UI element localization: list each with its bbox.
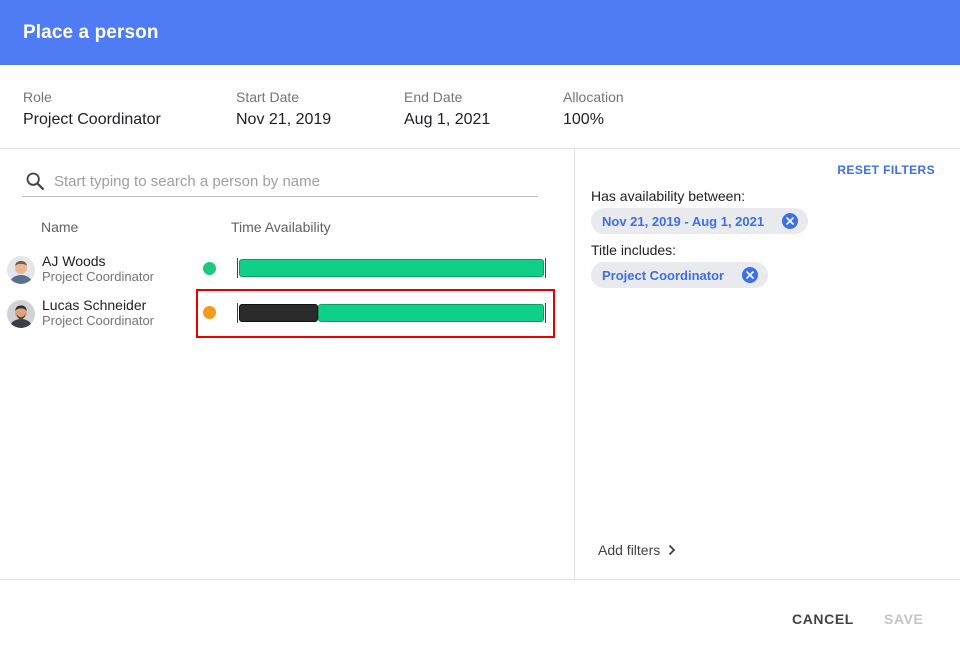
person-row-aj-woods[interactable]: AJ Woods Project Coordinator	[0, 249, 575, 293]
summary-start-date: Start Date Nov 21, 2019	[236, 89, 331, 129]
avatar	[7, 300, 35, 328]
summary-role-value: Project Coordinator	[23, 111, 161, 128]
chevron-right-icon	[669, 544, 676, 556]
availability-filter-label: Has availability between:	[591, 188, 746, 204]
person-title: Project Coordinator	[42, 269, 154, 284]
availability-filter-value: Nov 21, 2019 - Aug 1, 2021	[602, 213, 765, 229]
close-icon[interactable]	[742, 267, 759, 283]
save-button[interactable]: SAVE	[884, 611, 924, 627]
column-header-availability: Time Availability	[231, 219, 331, 235]
available-segment	[239, 259, 544, 277]
availability-status-dot	[203, 262, 216, 275]
reset-filters-button[interactable]: RESET FILTERS	[837, 163, 935, 177]
person-title: Project Coordinator	[42, 313, 154, 328]
person-name: AJ Woods	[42, 253, 106, 269]
cancel-button[interactable]: CANCEL	[792, 611, 854, 627]
timeline-start-tick	[237, 258, 238, 278]
title-filter-value: Project Coordinator	[602, 267, 725, 283]
add-filters-button[interactable]: Add filters	[598, 542, 676, 558]
filters-panel: RESET FILTERS Has availability between: …	[575, 149, 960, 579]
people-panel: Name Time Availability AJ Woods Project …	[0, 149, 575, 579]
dialog-footer: CANCEL SAVE	[0, 579, 960, 654]
summary-role-label: Role	[23, 89, 52, 105]
availability-filter-chip: Nov 21, 2019 - Aug 1, 2021	[591, 208, 809, 234]
role-summary: Role Project Coordinator Start Date Nov …	[0, 65, 960, 149]
summary-end-date-label: End Date	[404, 89, 463, 105]
summary-end-date: End Date Aug 1, 2021	[404, 89, 490, 129]
dialog-header: Place a person	[0, 0, 960, 65]
summary-allocation-value: 100%	[563, 111, 604, 128]
timeline-end-tick	[545, 258, 546, 278]
summary-end-date-value: Aug 1, 2021	[404, 111, 491, 128]
add-filters-label: Add filters	[598, 542, 661, 558]
summary-role: Role Project Coordinator	[23, 89, 161, 129]
close-icon[interactable]	[782, 213, 799, 229]
summary-allocation: Allocation 100%	[563, 89, 624, 129]
search-input[interactable]	[54, 167, 534, 195]
dialog-title: Place a person	[23, 22, 159, 43]
search-bar	[22, 165, 538, 197]
summary-start-date-label: Start Date	[236, 89, 300, 105]
availability-timeline	[239, 259, 544, 277]
avatar	[7, 256, 35, 284]
column-header-name: Name	[41, 219, 79, 235]
title-filter-label: Title includes:	[591, 242, 677, 258]
search-icon	[26, 172, 44, 190]
summary-start-date-value: Nov 21, 2019	[236, 111, 332, 128]
title-filter-chip: Project Coordinator	[591, 262, 769, 288]
selection-highlight	[196, 289, 555, 338]
person-name: Lucas Schneider	[42, 297, 147, 313]
summary-allocation-label: Allocation	[563, 89, 624, 105]
